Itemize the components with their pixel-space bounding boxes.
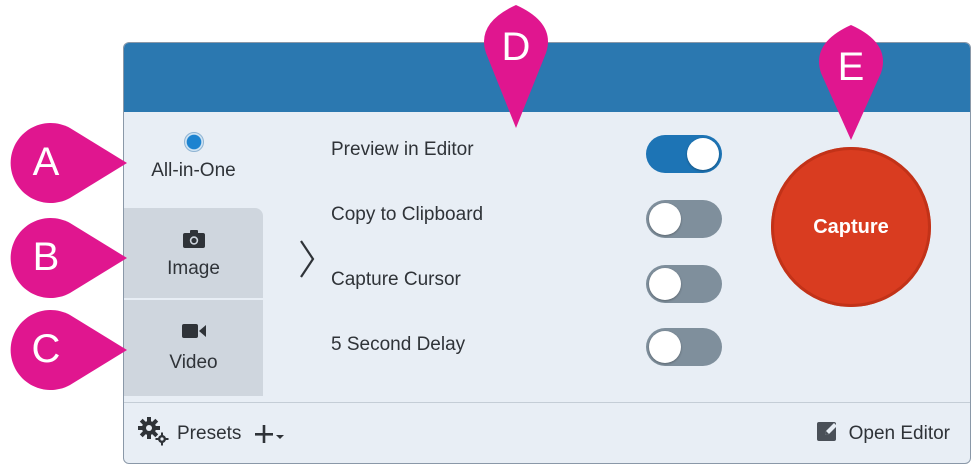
toggle-5-second-delay[interactable]: [646, 328, 722, 366]
plus-dropdown-icon[interactable]: [255, 424, 285, 444]
radio-selected-icon[interactable]: [183, 132, 204, 152]
option-preview-in-editor: Preview in Editor: [331, 139, 474, 160]
mode-all-in-one-label: All-in-One: [151, 160, 236, 181]
callout-e: E: [807, 23, 895, 140]
presets-area: Presets: [137, 417, 285, 451]
mode-video-label: Video: [169, 352, 218, 373]
pencil-edit-icon: [816, 420, 839, 448]
callout-c: C: [2, 305, 127, 393]
presets-label[interactable]: Presets: [177, 423, 241, 445]
mode-video[interactable]: Video: [124, 300, 263, 396]
mode-image[interactable]: Image: [124, 208, 263, 298]
mode-image-label: Image: [167, 258, 220, 279]
capture-button[interactable]: Capture: [771, 147, 931, 307]
toggle-knob: [687, 138, 719, 170]
toggle-knob: [649, 331, 681, 363]
option-5-second-delay: 5 Second Delay: [331, 334, 466, 355]
callout-d: D: [472, 3, 560, 128]
mode-all-in-one[interactable]: All-in-One: [124, 123, 263, 206]
callout-b-label: B: [32, 234, 60, 279]
toggle-capture-cursor[interactable]: [646, 265, 722, 303]
callout-a-label: A: [32, 139, 60, 184]
camera-icon: [182, 228, 205, 250]
option-copy-to-clipboard: Copy to Clipboard: [331, 204, 484, 225]
open-editor-label: Open Editor: [848, 423, 950, 444]
callout-e-label: E: [837, 44, 865, 89]
gears-icon[interactable]: [137, 416, 169, 452]
callout-b: B: [2, 213, 127, 301]
callout-d-label: D: [501, 24, 531, 69]
video-camera-icon: [181, 320, 206, 342]
toggle-preview-in-editor[interactable]: [646, 135, 722, 173]
toggle-knob: [649, 268, 681, 300]
option-capture-cursor: Capture Cursor: [331, 269, 461, 290]
callout-c-label: C: [31, 326, 61, 371]
chevron-right-icon[interactable]: [297, 239, 317, 279]
callout-a: A: [2, 118, 127, 206]
toggle-copy-to-clipboard[interactable]: [646, 200, 722, 238]
toggle-knob: [649, 203, 681, 235]
open-editor-button[interactable]: Open Editor: [816, 417, 950, 451]
footer-divider: [124, 402, 970, 403]
capture-button-label: Capture: [813, 215, 889, 238]
